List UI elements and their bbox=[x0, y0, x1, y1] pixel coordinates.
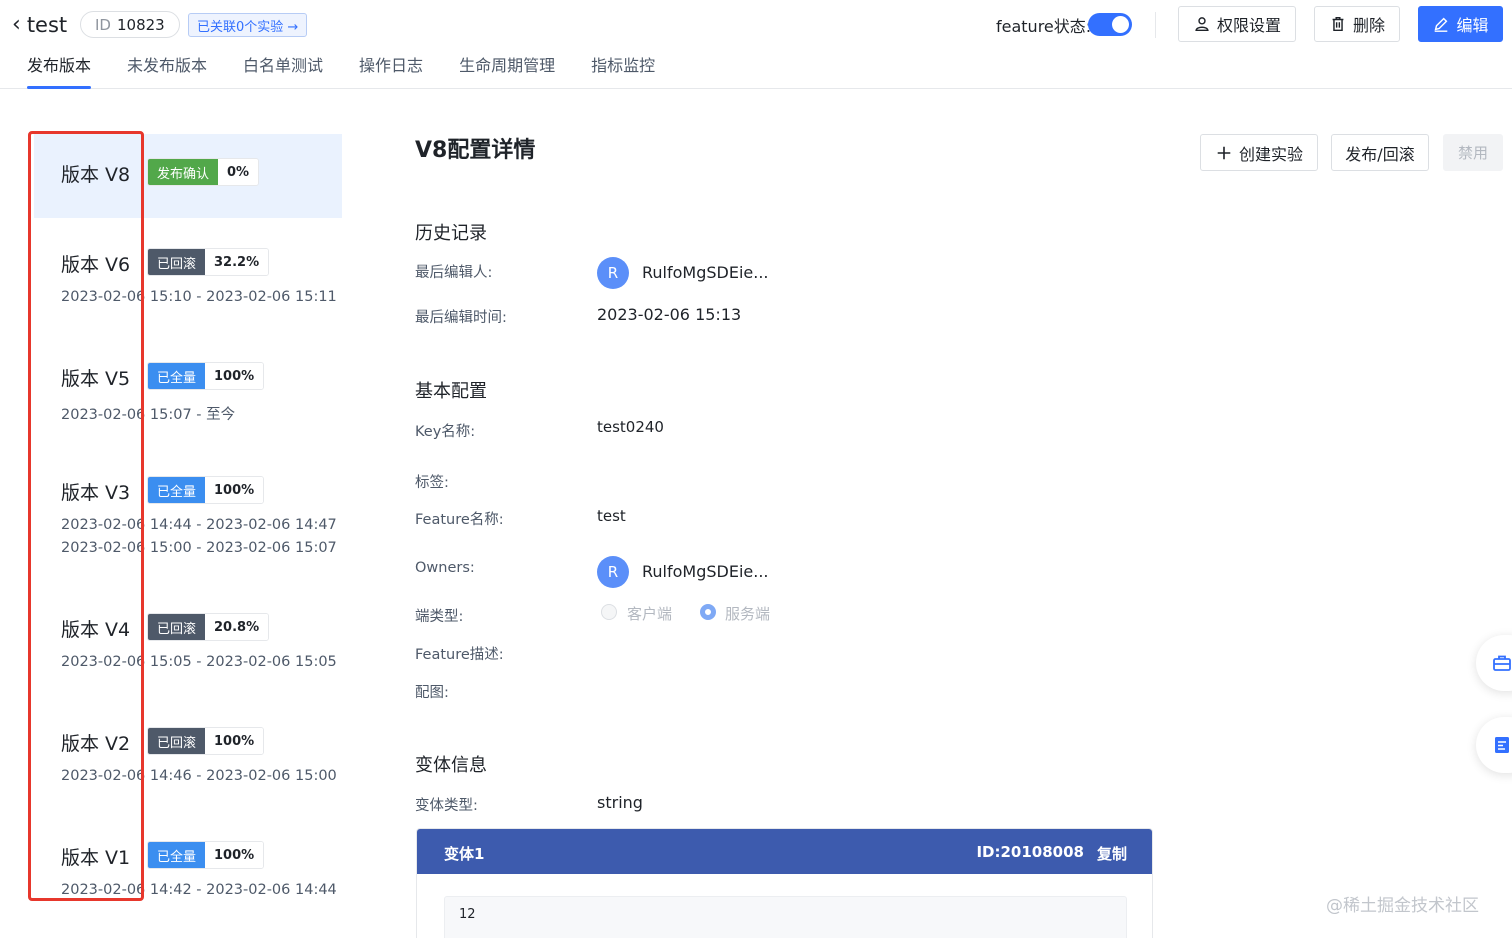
status-label: 已全量 bbox=[148, 477, 206, 503]
back-button[interactable]: ‹ test bbox=[12, 10, 67, 40]
rollout-percent: 100% bbox=[205, 477, 264, 503]
highlight-annotation-frame bbox=[28, 131, 144, 901]
end-type-label: 端类型: bbox=[415, 609, 464, 625]
status-badge: 已回滚 20.8% bbox=[147, 613, 270, 641]
rollout-percent: 100% bbox=[205, 363, 264, 389]
rollout-percent: 0% bbox=[218, 159, 259, 185]
feature-status-label: feature状态: bbox=[996, 17, 1092, 36]
tab-operation-log[interactable]: 操作日志 bbox=[359, 52, 423, 89]
avatar: R bbox=[597, 257, 629, 289]
tab-bar: 发布版本 未发布版本 白名单测试 操作日志 生命周期管理 指标监控 bbox=[27, 52, 655, 89]
variant-header: 变体1 ID:20108008 复制 bbox=[417, 829, 1152, 874]
document-icon bbox=[1495, 737, 1509, 753]
feature-name-label: Feature名称: bbox=[415, 512, 504, 528]
chevron-left-icon: ‹ bbox=[12, 12, 21, 37]
create-experiment-label: 创建实验 bbox=[1238, 144, 1303, 164]
tab-whitelist[interactable]: 白名单测试 bbox=[243, 52, 323, 89]
end-type-client-label: 客户端 bbox=[627, 605, 673, 623]
last-editor-name: RulfoMgSDEie... bbox=[642, 263, 769, 282]
edit-label: 编辑 bbox=[1456, 16, 1489, 35]
rollout-percent: 20.8% bbox=[205, 614, 269, 640]
variant-card: 变体1 ID:20108008 复制 12 bbox=[416, 828, 1153, 938]
permissions-label: 权限设置 bbox=[1216, 16, 1281, 35]
create-experiment-button[interactable]: 创建实验 bbox=[1200, 134, 1318, 171]
last-edit-time-label: 最后编辑时间: bbox=[415, 310, 507, 326]
plus-icon bbox=[1217, 146, 1231, 159]
tags-label: 标签: bbox=[415, 475, 449, 491]
variant-id: ID:20108008 bbox=[976, 843, 1084, 861]
feature-name-value: test bbox=[597, 507, 626, 525]
key-name-value: test0240 bbox=[597, 418, 664, 436]
header-divider bbox=[1155, 12, 1156, 38]
disable-button[interactable]: 禁用 bbox=[1443, 134, 1503, 171]
feature-status-toggle[interactable] bbox=[1088, 13, 1132, 36]
owner-name: RulfoMgSDEie... bbox=[642, 562, 769, 581]
variant-type-label: 变体类型: bbox=[415, 798, 478, 814]
end-type-client-radio[interactable] bbox=[601, 604, 617, 620]
status-badge: 发布确认 0% bbox=[147, 158, 260, 186]
copy-button[interactable]: 复制 bbox=[1097, 843, 1127, 864]
status-label: 已回滚 bbox=[148, 249, 206, 275]
floating-document-button[interactable] bbox=[1476, 717, 1512, 773]
trash-icon bbox=[1332, 16, 1344, 32]
end-type-server-radio[interactable] bbox=[700, 604, 716, 620]
status-label: 已回滚 bbox=[148, 728, 206, 754]
status-badge: 已全量 100% bbox=[147, 841, 265, 869]
feature-name-title: test bbox=[26, 13, 68, 37]
status-badge: 已回滚 100% bbox=[147, 727, 265, 755]
end-type-server-label: 服务端 bbox=[725, 605, 771, 623]
feature-description-label: Feature描述: bbox=[415, 647, 504, 663]
tab-published[interactable]: 发布版本 bbox=[27, 52, 92, 89]
variant-type-value: string bbox=[597, 793, 643, 812]
watermark: @稀土掘金技术社区 bbox=[1326, 896, 1479, 916]
last-editor-label: 最后编辑人: bbox=[415, 265, 493, 281]
delete-label: 删除 bbox=[1352, 16, 1385, 35]
owners-label: Owners: bbox=[415, 560, 475, 576]
edit-button[interactable]: 编辑 bbox=[1418, 6, 1503, 42]
rollout-percent: 100% bbox=[205, 728, 264, 754]
last-edit-time: 2023-02-06 15:13 bbox=[597, 305, 742, 324]
variant-section-title: 变体信息 bbox=[415, 755, 487, 776]
linked-experiments-link[interactable]: 已关联0个实验 → bbox=[188, 13, 308, 37]
status-label: 已全量 bbox=[148, 842, 206, 868]
toggle-knob bbox=[1112, 16, 1129, 33]
id-value: 10823 bbox=[116, 15, 165, 34]
id-key: ID bbox=[95, 15, 111, 34]
image-label: 配图: bbox=[415, 685, 449, 701]
pencil-icon bbox=[1435, 17, 1448, 32]
toolbox-icon bbox=[1493, 655, 1511, 671]
rollout-percent: 100% bbox=[205, 842, 264, 868]
avatar: R bbox=[597, 556, 629, 588]
page-header: ‹ test ID 10823 已关联0个实验 → feature状态: 权限设… bbox=[0, 0, 1512, 89]
tab-unpublished[interactable]: 未发布版本 bbox=[127, 52, 207, 89]
status-badge: 已回滚 32.2% bbox=[147, 248, 270, 276]
tab-metrics[interactable]: 指标监控 bbox=[591, 52, 655, 89]
floating-toolbox-button[interactable] bbox=[1476, 635, 1512, 691]
key-name-label: Key名称: bbox=[415, 424, 476, 440]
variant-value: 12 bbox=[444, 896, 1127, 938]
publish-rollback-button[interactable]: 发布/回滚 bbox=[1331, 134, 1429, 171]
status-label: 已全量 bbox=[148, 363, 206, 389]
basic-config-section-title: 基本配置 bbox=[415, 381, 487, 402]
status-badge: 已全量 100% bbox=[147, 476, 265, 504]
id-pill: ID 10823 bbox=[80, 11, 180, 38]
variant-name: 变体1 bbox=[444, 845, 485, 863]
permissions-button[interactable]: 权限设置 bbox=[1178, 6, 1296, 42]
status-badge: 已全量 100% bbox=[147, 362, 265, 390]
delete-button[interactable]: 删除 bbox=[1314, 6, 1400, 42]
history-section-title: 历史记录 bbox=[415, 223, 487, 244]
detail-title: V8配置详情 bbox=[415, 138, 536, 163]
user-icon bbox=[1195, 17, 1209, 32]
tab-lifecycle[interactable]: 生命周期管理 bbox=[459, 52, 555, 89]
status-label: 发布确认 bbox=[148, 159, 219, 185]
status-label: 已回滚 bbox=[148, 614, 206, 640]
rollout-percent: 32.2% bbox=[205, 249, 269, 275]
